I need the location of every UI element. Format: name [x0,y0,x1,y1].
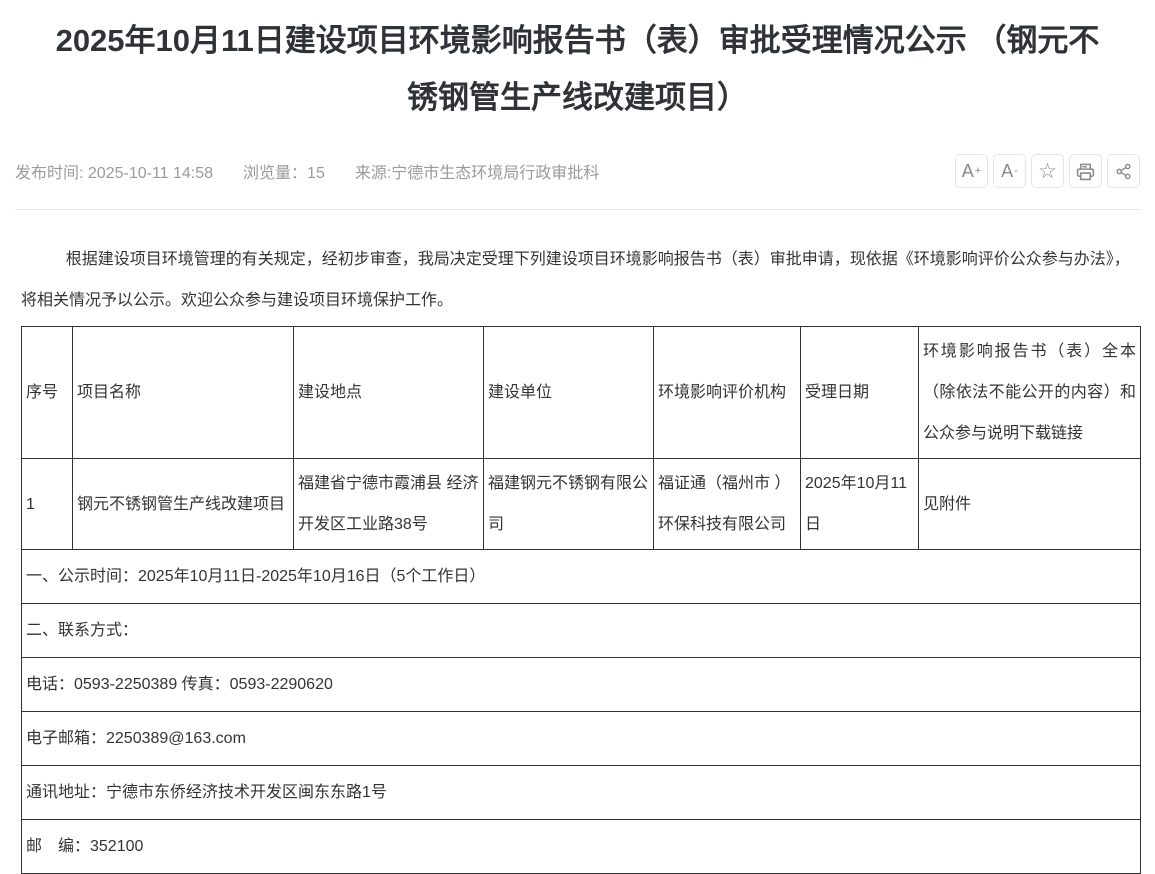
divider [15,209,1140,210]
font-decrease-button[interactable]: A- [993,154,1026,188]
header-location: 建设地点 [294,327,484,459]
contact-heading-text: 二、联系方式： [22,604,1141,658]
source-label: 来源:宁德市生态环境局行政审批科 [355,165,599,182]
cell-project-name: 钢元不锈钢管生产线改建项目 [73,459,294,550]
acceptance-table: 序号 项目名称 建设地点 建设单位 环境影响评价机构 受理日期 环境影响报告书（… [21,326,1141,874]
note-row-postcode: 邮 编：352100 [22,820,1141,874]
note-row-phone-fax: 电话：0593-2250389 传真：0593-2290620 [22,658,1141,712]
font-increase-icon: A [962,162,974,180]
note-row-public-period: 一、公示时间：2025年10月11日-2025年10月16日（5个工作日） [22,550,1141,604]
font-decrease-icon: A [1001,162,1013,180]
publish-time: 发布时间: 2025-10-11 14:58 [15,165,213,182]
share-button[interactable] [1107,154,1140,188]
header-seq: 序号 [22,327,73,459]
article-toolbar: A+ A- ☆ [955,154,1140,188]
public-period-text: 一、公示时间：2025年10月11日-2025年10月16日（5个工作日） [22,550,1141,604]
note-row-contact-heading: 二、联系方式： [22,604,1141,658]
header-download-link: 环境影响报告书（表）全本（除依法不能公开的内容）和公众参与说明下载链接 [919,327,1141,459]
phone-fax-text: 电话：0593-2250389 传真：0593-2290620 [22,658,1141,712]
table-row: 1 钢元不锈钢管生产线改建项目 福建省宁德市霞浦县 经济开发区工业路38号 福建… [22,459,1141,550]
cell-attachment: 见附件 [919,459,1141,550]
cell-accept-date: 2025年10月11日 [801,459,919,550]
meta-row: 发布时间: 2025-10-11 14:58 浏览量：15 来源:宁德市生态环境局行… [15,154,1140,188]
header-eia-agency: 环境影响评价机构 [654,327,801,459]
intro-paragraph: 根据建设项目环境管理的有关规定，经初步审查，我局决定受理下列建设项目环境影响报告… [21,239,1134,321]
font-increase-button[interactable]: A+ [955,154,988,188]
header-accept-date: 受理日期 [801,327,919,459]
postcode-text: 邮 编：352100 [22,820,1141,874]
table-header-row: 序号 项目名称 建设地点 建设单位 环境影响评价机构 受理日期 环境影响报告书（… [22,327,1141,459]
star-icon: ☆ [1038,161,1057,182]
article-meta: 发布时间: 2025-10-11 14:58 浏览量：15 来源:宁德市生态环境局行… [15,159,629,183]
cell-location: 福建省宁德市霞浦县 经济开发区工业路38号 [294,459,484,550]
header-builder: 建设单位 [484,327,654,459]
note-row-address: 通讯地址：宁德市东侨经济技术开发区闽东东路1号 [22,766,1141,820]
cell-builder: 福建钢元不锈钢有限公司 [484,459,654,550]
favorite-button[interactable]: ☆ [1031,154,1064,188]
cell-eia-agency: 福证通（福州市 ）环保科技有限公司 [654,459,801,550]
note-row-email: 电子邮箱：2250389@163.com [22,712,1141,766]
printer-icon [1076,162,1095,181]
announcement-page: 2025年10月11日建设项目环境影响报告书（表）审批受理情况公示 （钢元不锈钢… [0,0,1155,874]
print-button[interactable] [1069,154,1102,188]
view-count: 浏览量：15 [243,165,325,182]
email-text: 电子邮箱：2250389@163.com [22,712,1141,766]
header-project-name: 项目名称 [73,327,294,459]
share-icon [1115,163,1132,180]
cell-seq: 1 [22,459,73,550]
page-title: 2025年10月11日建设项目环境影响报告书（表）审批受理情况公示 （钢元不锈钢… [15,0,1140,126]
address-text: 通讯地址：宁德市东侨经济技术开发区闽东东路1号 [22,766,1141,820]
